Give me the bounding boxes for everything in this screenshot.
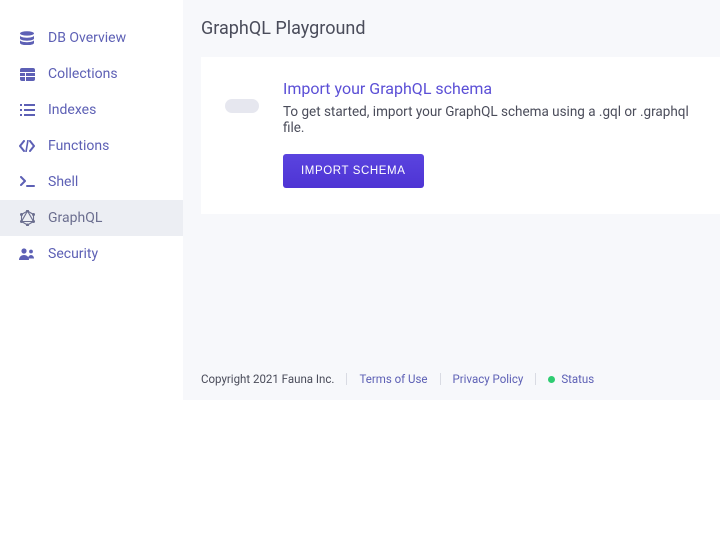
import-schema-button[interactable]: IMPORT SCHEMA	[283, 154, 424, 188]
card-title: Import your GraphQL schema	[283, 79, 696, 98]
sidebar-item-label: GraphQL	[48, 210, 102, 226]
sidebar-item-db-overview[interactable]: DB Overview	[0, 20, 183, 56]
sidebar-item-functions[interactable]: Functions	[0, 128, 183, 164]
sidebar-item-label: Security	[48, 246, 98, 262]
sidebar-item-security[interactable]: Security	[0, 236, 183, 272]
page-title: GraphQL Playground	[183, 18, 720, 57]
sidebar-item-label: Indexes	[48, 102, 96, 118]
sidebar-item-collections[interactable]: Collections	[0, 56, 183, 92]
import-schema-card: Import your GraphQL schema To get starte…	[201, 57, 720, 214]
database-icon	[18, 30, 36, 46]
placeholder-icon	[225, 99, 259, 113]
main-content: GraphQL Playground Import your GraphQL s…	[183, 0, 720, 400]
list-icon	[18, 102, 36, 118]
terminal-icon	[18, 174, 36, 190]
privacy-link[interactable]: Privacy Policy	[453, 372, 524, 386]
card-body: Import your GraphQL schema To get starte…	[283, 79, 696, 188]
sidebar-item-label: Collections	[48, 66, 118, 82]
app-root: DB Overview Collections Indexes Function…	[0, 0, 720, 400]
status-label: Status	[561, 372, 594, 386]
code-icon	[18, 138, 36, 154]
sidebar-item-graphql[interactable]: GraphQL	[0, 200, 183, 236]
status-dot-icon	[548, 376, 555, 383]
divider	[346, 373, 347, 385]
sidebar-item-label: DB Overview	[48, 30, 126, 46]
terms-link[interactable]: Terms of Use	[359, 372, 427, 386]
sidebar-item-label: Functions	[48, 138, 109, 154]
table-icon	[18, 66, 36, 82]
copyright-text: Copyright 2021 Fauna Inc.	[201, 372, 334, 386]
sidebar-item-label: Shell	[48, 174, 78, 190]
status-link[interactable]: Status	[548, 372, 594, 386]
divider	[440, 373, 441, 385]
users-lock-icon	[18, 246, 36, 262]
sidebar-item-indexes[interactable]: Indexes	[0, 92, 183, 128]
footer: Copyright 2021 Fauna Inc. Terms of Use P…	[183, 372, 720, 400]
graphql-icon	[18, 210, 36, 226]
sidebar-item-shell[interactable]: Shell	[0, 164, 183, 200]
card-description: To get started, import your GraphQL sche…	[283, 104, 696, 136]
divider	[535, 373, 536, 385]
sidebar: DB Overview Collections Indexes Function…	[0, 0, 183, 400]
